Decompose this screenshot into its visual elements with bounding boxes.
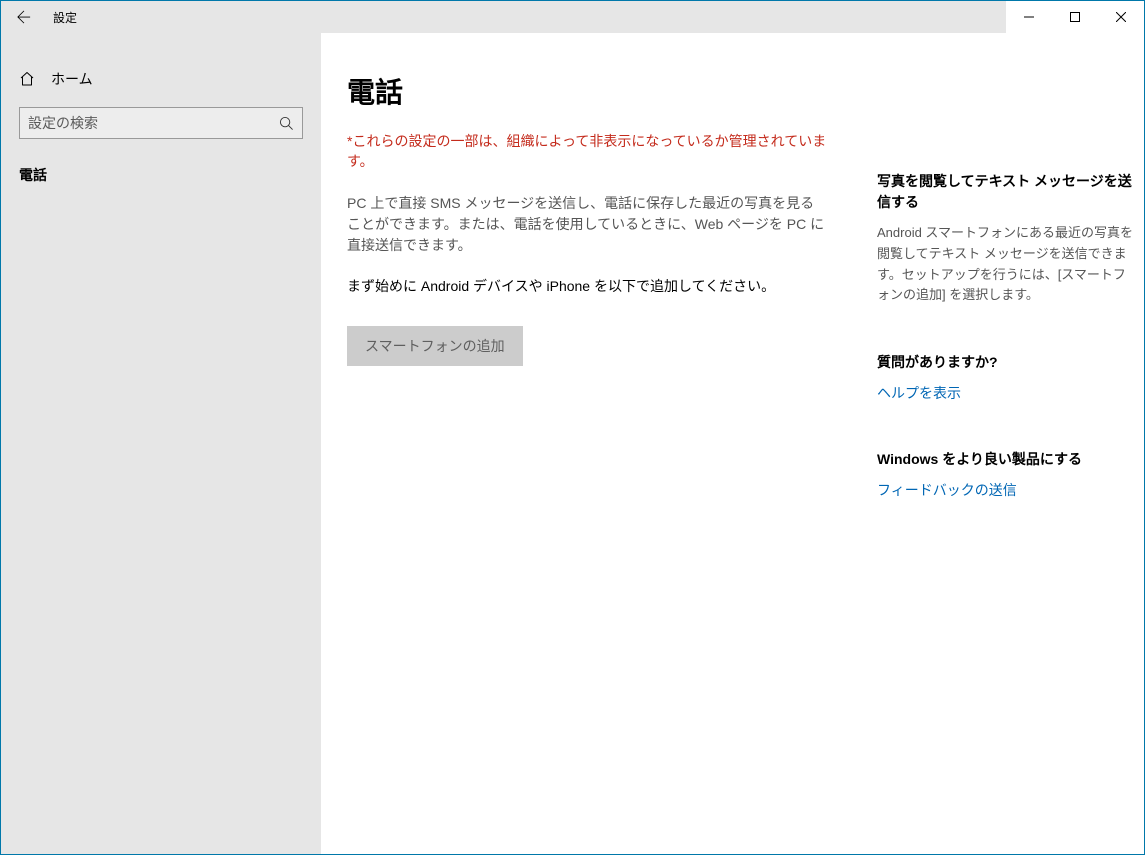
policy-note: *これらの設定の一部は、組織によって非表示になっているか管理されています。 — [347, 131, 827, 171]
home-nav[interactable]: ホーム — [1, 61, 321, 97]
description-text: PC 上で直接 SMS メッセージを送信し、電話に保存した最近の写真を見ることが… — [347, 193, 827, 256]
minimize-icon — [1024, 12, 1034, 22]
minimize-button[interactable] — [1006, 1, 1052, 33]
search-wrap — [1, 97, 321, 149]
search-box[interactable] — [19, 107, 303, 139]
search-icon — [279, 116, 294, 131]
help-link[interactable]: ヘルプを表示 — [877, 383, 1137, 403]
settings-window: 設定 ホーム — [0, 0, 1145, 855]
titlebar: 設定 — [1, 1, 1144, 33]
aside-heading: Windows をより良い製品にする — [877, 449, 1137, 470]
arrow-left-icon — [17, 10, 31, 24]
aside-block-help: 質問がありますか? ヘルプを表示 — [877, 352, 1137, 403]
aside-heading: 写真を閲覧してテキスト メッセージを送信する — [877, 171, 1137, 213]
aside-block-photos: 写真を閲覧してテキスト メッセージを送信する Android スマートフォンにあ… — [877, 171, 1137, 306]
aside-column: 写真を閲覧してテキスト メッセージを送信する Android スマートフォンにあ… — [877, 71, 1137, 854]
home-icon — [19, 71, 35, 87]
content: 電話 *これらの設定の一部は、組織によって非表示になっているか管理されています。… — [321, 33, 1144, 854]
instruction-text: まず始めに Android デバイスや iPhone を以下で追加してください。 — [347, 276, 827, 296]
back-button[interactable] — [1, 1, 47, 33]
add-phone-button: スマートフォンの追加 — [347, 326, 523, 366]
feedback-link[interactable]: フィードバックの送信 — [877, 480, 1137, 500]
sidebar: ホーム 電話 — [1, 33, 321, 854]
window-title: 設定 — [47, 9, 77, 26]
sidebar-item-phone[interactable]: 電話 — [1, 155, 321, 195]
search-input[interactable] — [28, 115, 278, 131]
main-column: 電話 *これらの設定の一部は、組織によって非表示になっているか管理されています。… — [347, 71, 827, 854]
maximize-button[interactable] — [1052, 1, 1098, 33]
home-label: ホーム — [51, 69, 93, 89]
aside-heading: 質問がありますか? — [877, 352, 1137, 373]
window-controls — [1006, 1, 1144, 33]
sidebar-item-label: 電話 — [19, 165, 47, 185]
page-title: 電話 — [347, 71, 827, 111]
maximize-icon — [1070, 12, 1080, 22]
body: ホーム 電話 電話 *これらの設定の一部は、組織によって非表示になっているか管理… — [1, 33, 1144, 854]
close-button[interactable] — [1098, 1, 1144, 33]
close-icon — [1116, 12, 1126, 22]
titlebar-left: 設定 — [1, 1, 77, 33]
aside-text: Android スマートフォンにある最近の写真を閲覧してテキスト メッセージを送… — [877, 223, 1137, 306]
aside-block-feedback: Windows をより良い製品にする フィードバックの送信 — [877, 449, 1137, 500]
